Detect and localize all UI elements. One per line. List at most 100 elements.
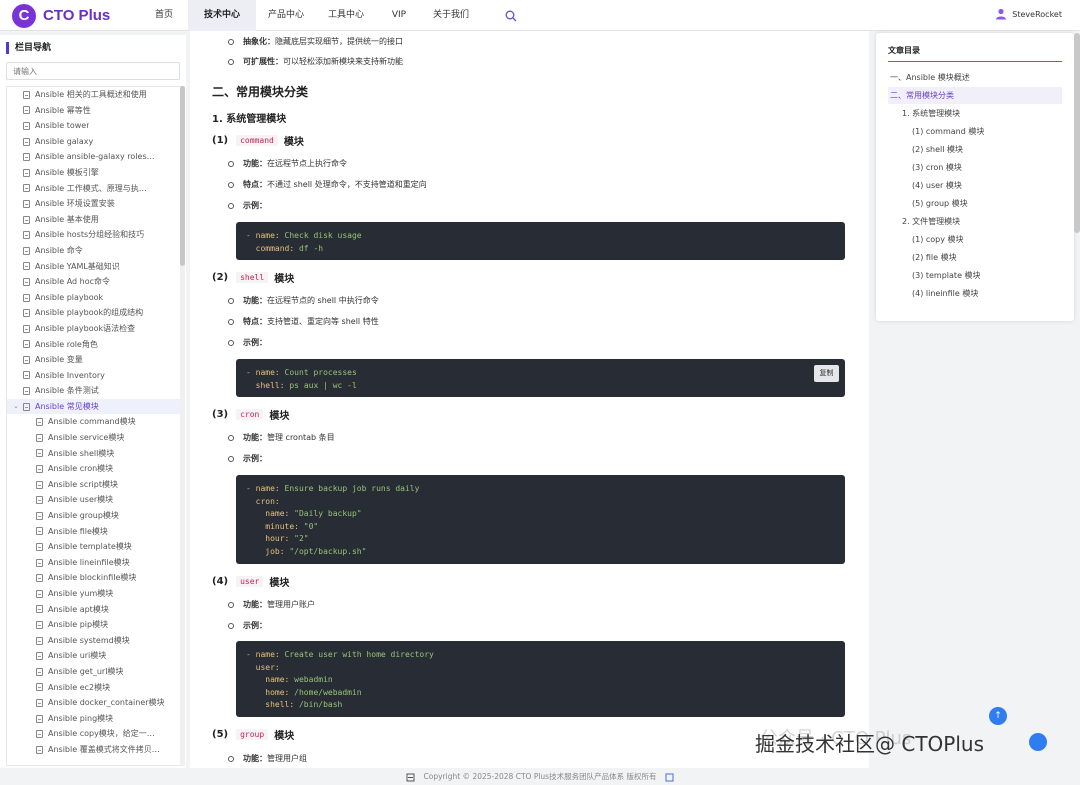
sidebar-tree-item[interactable]: Ansible docker_container模块 <box>7 695 180 711</box>
toc-item[interactable]: 1. 系统管理模块 <box>888 105 1062 122</box>
sidebar-scrollbar[interactable] <box>180 86 185 766</box>
document-icon <box>23 121 30 130</box>
sidebar-tree-item[interactable]: Ansible 工作模式、原理与执… <box>7 181 180 197</box>
sidebar-tree-item[interactable]: Ansible Ad hoc命令 <box>7 274 180 290</box>
nav-item[interactable]: VIP <box>376 0 422 31</box>
sidebar-tree-item[interactable]: Ansible ec2模块 <box>7 680 180 696</box>
sidebar-tree-item[interactable]: Ansible 条件测试 <box>7 383 180 399</box>
sidebar-tree-item[interactable]: Ansible YAML基础知识 <box>7 259 180 275</box>
sidebar-tree-item[interactable]: Ansible hosts分组经验和技巧 <box>7 227 180 243</box>
sidebar-tree-item[interactable]: Ansible apt模块 <box>7 602 180 618</box>
bullet-item: 示例： <box>228 453 267 464</box>
sidebar-tree-item[interactable]: Ansible pip模块 <box>7 617 180 633</box>
sidebar-tree-item[interactable]: Ansible 相关的工具概述和使用 <box>7 87 180 103</box>
code-line: hour: "2" <box>265 534 309 543</box>
document-icon <box>23 90 30 99</box>
module-number: (5) <box>212 729 229 740</box>
footer: Copyright © 2025-2028 CTO Plus技术服务团队产品体系… <box>0 768 1080 785</box>
toc-item[interactable]: (2) shell 模块 <box>888 141 1062 158</box>
sidebar-tree-item[interactable]: Ansible get_url模块 <box>7 664 180 680</box>
sidebar-tree-item[interactable]: Ansible 幂等性 <box>7 103 180 119</box>
sidebar-search-input[interactable] <box>6 62 180 80</box>
sidebar-tree-item[interactable]: Ansible 环境设置安装 <box>7 196 180 212</box>
sidebar-tree-item[interactable]: Ansible role角色 <box>7 337 180 353</box>
toc-item[interactable]: 二、常用模块分类 <box>888 87 1062 104</box>
toc-item[interactable]: 2. 文件管理模块 <box>888 213 1062 230</box>
sidebar-tree-item[interactable]: Ansible ansible-galaxy roles… <box>7 149 180 165</box>
sidebar-tree-item[interactable]: Ansible template模块 <box>7 539 180 555</box>
toc-item[interactable]: (1) command 模块 <box>888 123 1062 140</box>
toc-item[interactable]: (3) template 模块 <box>888 267 1062 284</box>
chevron-down-icon[interactable]: ⌄ <box>13 399 23 415</box>
nav-item[interactable]: 技术中心 <box>188 0 256 31</box>
module-suffix: 模块 <box>269 411 290 422</box>
sidebar-tree-item[interactable]: Ansible user模块 <box>7 492 180 508</box>
sidebar-scrollbar-thumb[interactable] <box>180 86 185 266</box>
nav-item[interactable]: 关于我们 <box>422 0 480 31</box>
sidebar-tree-item[interactable]: Ansible ping模块 <box>7 711 180 727</box>
sidebar-tree-item[interactable]: Ansible tower <box>7 118 180 134</box>
sidebar-tree-item[interactable]: Ansible 命令 <box>7 243 180 259</box>
toc-item[interactable]: (4) lineinfile 模块 <box>888 285 1062 302</box>
sidebar-tree-item-label: Ansible 基本使用 <box>35 214 99 224</box>
sidebar-tree-item[interactable]: Ansible yum模块 <box>7 586 180 602</box>
sidebar-tree-item-label: Ansible playbook的组成结构 <box>35 308 144 318</box>
sidebar-tree-item[interactable]: Ansible file模块 <box>7 524 180 540</box>
toc-item[interactable]: (3) cron 模块 <box>888 159 1062 176</box>
document-icon <box>36 558 43 567</box>
bullet-text: 管理用户组 <box>267 754 307 763</box>
sidebar-tree-item[interactable]: Ansible playbook语法检查 <box>7 321 180 337</box>
sidebar-tree-item[interactable]: Ansible uri模块 <box>7 648 180 664</box>
document-icon <box>36 511 43 520</box>
logo[interactable]: C CTO Plus <box>12 3 110 28</box>
toc-item[interactable]: (1) copy 模块 <box>888 231 1062 248</box>
code-block[interactable]: - name: Count processes shell: ps aux | … <box>236 359 845 397</box>
sidebar-tree-item[interactable]: Ansible Inventory <box>7 368 180 384</box>
floating-action-button[interactable] <box>1029 733 1047 751</box>
sidebar-tree-item[interactable]: Ansible galaxy <box>7 134 180 150</box>
sidebar-tree-item[interactable]: Ansible 基本使用 <box>7 212 180 228</box>
document-icon <box>36 730 43 739</box>
document-icon <box>23 340 30 349</box>
sidebar-tree-item[interactable]: Ansible group模块 <box>7 508 180 524</box>
sidebar-tree-item[interactable]: Ansible 覆盖模式将文件拷贝… <box>7 742 180 758</box>
document-icon <box>23 355 30 364</box>
sidebar-tree-item-label: Ansible role角色 <box>35 339 98 349</box>
code-block[interactable]: - name: Ensure backup job runs daily cro… <box>236 475 845 564</box>
sidebar-tree-item[interactable]: Ansible blockinfile模块 <box>7 570 180 586</box>
sidebar-tree-item[interactable]: Ansible command模块 <box>7 414 180 430</box>
sidebar-tree-item[interactable]: ⌄ Ansible 常见模块 <box>7 398 180 415</box>
nav-item[interactable]: 工具中心 <box>316 0 376 31</box>
sidebar-tree-item[interactable]: Ansible 变量 <box>7 352 180 368</box>
sidebar-tree-item[interactable]: Ansible script模块 <box>7 477 180 493</box>
page-scrollbar[interactable] <box>1074 33 1080 233</box>
back-to-top-button[interactable]: ↑ <box>989 707 1007 725</box>
nav-item[interactable]: 首页 <box>140 0 188 31</box>
toc-item[interactable]: (4) user 模块 <box>888 177 1062 194</box>
module-heading: (2) shell 模块 <box>212 270 294 285</box>
sidebar-tree-item[interactable]: Ansible systemd模块 <box>7 633 180 649</box>
module-code-name: shell <box>236 272 269 283</box>
sidebar-tree-item[interactable]: Ansible service模块 <box>7 430 180 446</box>
toc-item[interactable]: (2) file 模块 <box>888 249 1062 266</box>
sidebar-tree-item[interactable]: Ansible playbook的组成结构 <box>7 305 180 321</box>
sidebar-tree-item-label: Ansible template模块 <box>48 542 132 552</box>
nav-item[interactable]: 产品中心 <box>256 0 316 31</box>
sidebar-tree-item[interactable]: Ansible 模板引擎 <box>7 165 180 181</box>
sidebar-tree-item[interactable]: Ansible copy模块，给定一… <box>7 726 180 742</box>
toc-item[interactable]: 一、Ansible 模块概述 <box>888 69 1062 86</box>
sidebar-tree-item[interactable]: Ansible shell模块 <box>7 446 180 462</box>
toc-item[interactable]: (5) group 模块 <box>888 195 1062 212</box>
sidebar-tree-item[interactable]: Ansible playbook <box>7 290 180 306</box>
copy-button[interactable]: 复制 <box>814 365 839 382</box>
bullet-item: 示例： <box>228 337 267 348</box>
sidebar-tree-item-label: Ansible 条件测试 <box>35 386 99 396</box>
code-block[interactable]: - name: Check disk usage command: df -h <box>236 222 845 260</box>
code-block[interactable]: - name: Create user with home directory … <box>236 641 845 717</box>
sidebar-tree-item[interactable]: Ansible lineinfile模块 <box>7 555 180 571</box>
sidebar-tree-item-label: Ansible 环境设置安装 <box>35 199 115 209</box>
sidebar-tree-item[interactable]: Ansible cron模块 <box>7 461 180 477</box>
search-icon[interactable] <box>505 10 517 22</box>
user-menu[interactable]: SteveRocket <box>995 8 1062 20</box>
document-icon <box>36 543 43 552</box>
